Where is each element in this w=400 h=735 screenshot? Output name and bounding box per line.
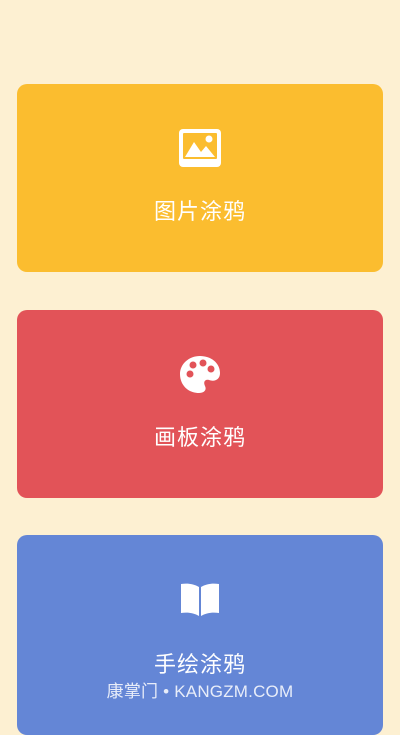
hand-drawn-doodle-card[interactable]: 手绘涂鸦	[17, 535, 383, 735]
hand-drawn-doodle-label: 手绘涂鸦	[153, 653, 246, 678]
picture-doodle-label: 图片涂鸦	[153, 200, 246, 225]
watermark-text: 康掌门 • KANGZM.COM	[106, 682, 294, 701]
picture-doodle-card[interactable]: 图片涂鸦	[17, 84, 383, 272]
canvas-doodle-label: 画板涂鸦	[153, 426, 246, 451]
canvas-doodle-card[interactable]: 画板涂鸦	[17, 310, 383, 498]
palette-icon	[178, 354, 222, 394]
image-icon	[178, 128, 222, 168]
book-icon	[178, 579, 222, 619]
